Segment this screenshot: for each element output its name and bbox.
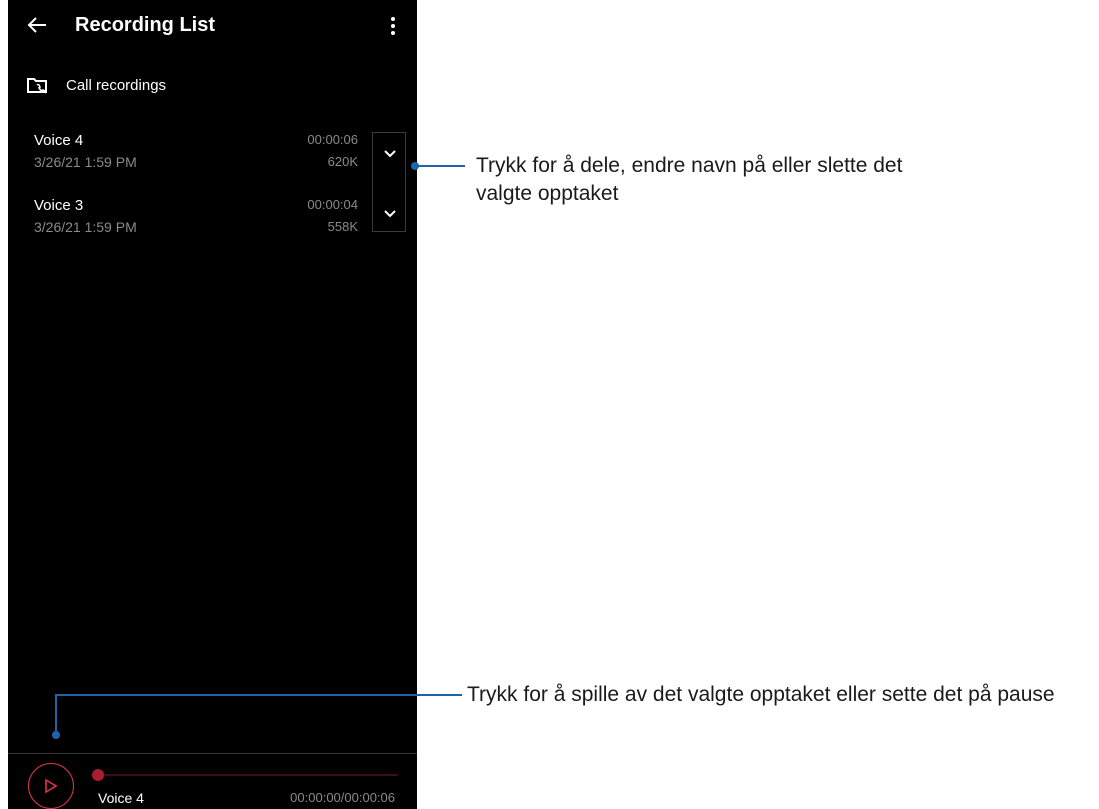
now-playing-name: Voice 4 [98, 790, 144, 806]
expand-button[interactable] [373, 195, 407, 235]
now-playing-time: 00:00:00/00:00:06 [290, 790, 395, 805]
progress-knob[interactable] [92, 769, 104, 781]
recording-item[interactable]: Voice 4 3/26/21 1:59 PM 00:00:06 620K [34, 132, 364, 176]
call-folder-icon [27, 78, 47, 94]
call-recordings-folder[interactable]: Call recordings [26, 72, 406, 102]
recording-date: 3/26/21 1:59 PM [34, 154, 137, 170]
recording-name: Voice 3 [34, 197, 84, 214]
callout-line [415, 165, 465, 167]
player-divider [8, 753, 417, 754]
callout-line [55, 694, 57, 734]
callout-expand-text: Trykk for å dele, endre navn på eller sl… [476, 152, 902, 208]
recording-name: Voice 4 [34, 132, 84, 149]
chevron-down-icon [384, 210, 396, 218]
progress-track[interactable] [98, 774, 398, 776]
recording-duration: 00:00:04 [307, 197, 358, 212]
arrow-left-icon[interactable] [26, 14, 48, 36]
recording-size: 620K [327, 154, 358, 169]
callout-expand-line1: Trykk for å dele, endre navn på eller sl… [476, 154, 903, 177]
play-icon [45, 778, 58, 794]
expand-buttons-group [372, 132, 406, 232]
recording-date: 3/26/21 1:59 PM [34, 219, 137, 235]
more-vertical-icon[interactable] [386, 14, 400, 38]
app-bar: Recording List [8, 0, 417, 56]
expand-button[interactable] [373, 135, 407, 175]
callout-play-text: Trykk for å spille av det valgte opptake… [467, 683, 1055, 706]
play-button[interactable] [28, 763, 74, 809]
recording-item[interactable]: Voice 3 3/26/21 1:59 PM 00:00:04 558K [34, 197, 364, 241]
call-recordings-label: Call recordings [66, 77, 167, 94]
recording-size: 558K [327, 219, 358, 234]
recording-duration: 00:00:06 [307, 132, 358, 147]
chevron-down-icon [384, 150, 396, 158]
page-title: Recording List [75, 14, 216, 36]
callout-line [55, 694, 462, 696]
phone-screen: Recording List Call recordings Voice 4 3… [8, 0, 417, 809]
callout-expand-line2: valgte opptaket [476, 182, 619, 205]
